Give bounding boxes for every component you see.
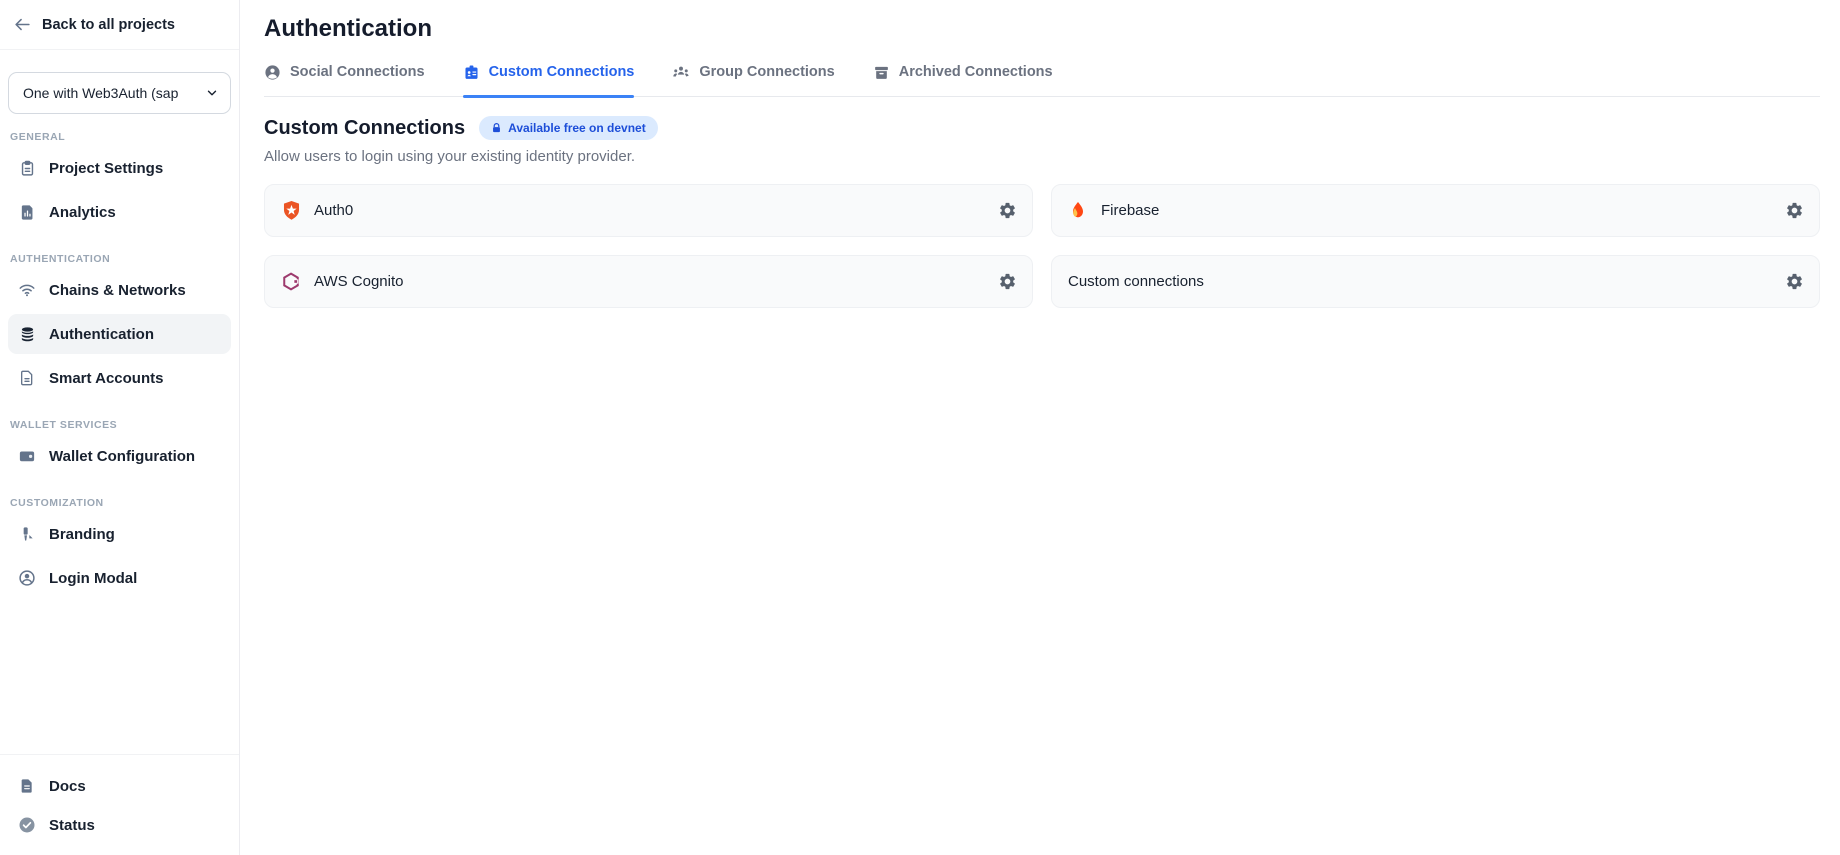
wallet-icon	[18, 447, 36, 465]
id-badge-icon	[463, 64, 480, 81]
chevron-down-icon	[205, 86, 219, 100]
sidebar-item-authentication[interactable]: Authentication	[8, 314, 231, 354]
brush-icon	[18, 526, 36, 542]
sidebar-item-wallet-configuration[interactable]: Wallet Configuration	[8, 436, 231, 476]
section-label-customization: CUSTOMIZATION	[10, 497, 229, 509]
sidebar-item-label: Docs	[49, 778, 86, 795]
sidebar-item-label: Project Settings	[49, 160, 163, 177]
section-label-general: GENERAL	[10, 131, 229, 143]
section-heading-row: Custom Connections Available free on dev…	[264, 116, 1820, 140]
back-label: Back to all projects	[42, 17, 175, 33]
tab-custom-connections[interactable]: Custom Connections	[463, 63, 635, 96]
auth0-icon	[281, 200, 302, 221]
section-label-wallet-services: WALLET SERVICES	[10, 419, 229, 431]
gear-icon[interactable]	[998, 272, 1017, 291]
connection-label: Firebase	[1101, 202, 1159, 219]
gear-icon[interactable]	[998, 201, 1017, 220]
tab-label: Custom Connections	[489, 64, 635, 80]
gear-icon[interactable]	[1785, 272, 1804, 291]
firebase-icon	[1068, 200, 1089, 221]
connection-card-custom[interactable]: Custom connections	[1051, 255, 1820, 308]
lock-icon	[491, 122, 502, 134]
sidebar-item-label: Branding	[49, 526, 115, 543]
user-circle-icon	[264, 64, 281, 81]
devnet-badge: Available free on devnet	[479, 116, 658, 140]
connection-card-firebase[interactable]: Firebase	[1051, 184, 1820, 237]
tab-label: Social Connections	[290, 64, 425, 80]
analytics-icon	[18, 204, 36, 221]
tab-label: Archived Connections	[899, 64, 1053, 80]
sidebar-item-label: Login Modal	[49, 570, 137, 587]
sidebar: Back to all projects One with Web3Auth (…	[0, 0, 240, 855]
section-heading: Custom Connections	[264, 117, 465, 140]
sidebar-item-label: Smart Accounts	[49, 370, 163, 387]
sidebar-footer: Docs Status	[0, 754, 239, 847]
sidebar-item-label: Authentication	[49, 326, 154, 343]
tab-bar: Social Connections Custom Connections Gr…	[264, 63, 1820, 97]
user-circle-icon	[18, 569, 36, 587]
database-icon	[18, 326, 36, 343]
connections-grid: Auth0 Firebase AWS Cognito Custom	[264, 184, 1820, 308]
check-circle-icon	[18, 816, 36, 834]
sidebar-item-label: Analytics	[49, 204, 116, 221]
connection-card-aws-cognito[interactable]: AWS Cognito	[264, 255, 1033, 308]
connection-label: Auth0	[314, 202, 353, 219]
wifi-icon	[18, 281, 36, 299]
page-title: Authentication	[264, 14, 1820, 44]
badge-label: Available free on devnet	[508, 121, 646, 135]
archive-box-icon	[873, 64, 890, 81]
connection-label: AWS Cognito	[314, 273, 403, 290]
gear-icon[interactable]	[1785, 201, 1804, 220]
sidebar-item-label: Wallet Configuration	[49, 448, 195, 465]
sidebar-item-chains-networks[interactable]: Chains & Networks	[8, 270, 231, 310]
sidebar-item-label: Chains & Networks	[49, 282, 186, 299]
sidebar-item-docs[interactable]: Docs	[8, 769, 231, 803]
clipboard-icon	[18, 160, 36, 177]
sidebar-item-smart-accounts[interactable]: Smart Accounts	[8, 358, 231, 398]
sidebar-item-login-modal[interactable]: Login Modal	[8, 558, 231, 598]
sidebar-item-status[interactable]: Status	[8, 808, 231, 842]
main-content: Authentication Social Connections Custom…	[240, 0, 1840, 855]
tab-group-connections[interactable]: Group Connections	[672, 63, 834, 96]
connection-card-auth0[interactable]: Auth0	[264, 184, 1033, 237]
connection-label: Custom connections	[1068, 273, 1204, 290]
document-icon	[18, 778, 36, 794]
aws-cognito-icon	[281, 271, 302, 292]
arrow-left-icon	[14, 16, 31, 33]
project-selector-dropdown[interactable]: One with Web3Auth (sap	[8, 72, 231, 114]
section-label-authentication: AUTHENTICATION	[10, 253, 229, 265]
document-icon	[18, 370, 36, 386]
tab-social-connections[interactable]: Social Connections	[264, 63, 425, 96]
tab-archived-connections[interactable]: Archived Connections	[873, 63, 1053, 96]
sidebar-item-analytics[interactable]: Analytics	[8, 192, 231, 232]
section-subtitle: Allow users to login using your existing…	[264, 148, 1820, 165]
sidebar-item-project-settings[interactable]: Project Settings	[8, 148, 231, 188]
tab-label: Group Connections	[699, 64, 834, 80]
users-group-icon	[672, 63, 690, 81]
project-selector-value: One with Web3Auth (sap	[23, 85, 178, 101]
back-to-projects-link[interactable]: Back to all projects	[0, 14, 239, 50]
sidebar-item-label: Status	[49, 817, 95, 834]
sidebar-item-branding[interactable]: Branding	[8, 514, 231, 554]
